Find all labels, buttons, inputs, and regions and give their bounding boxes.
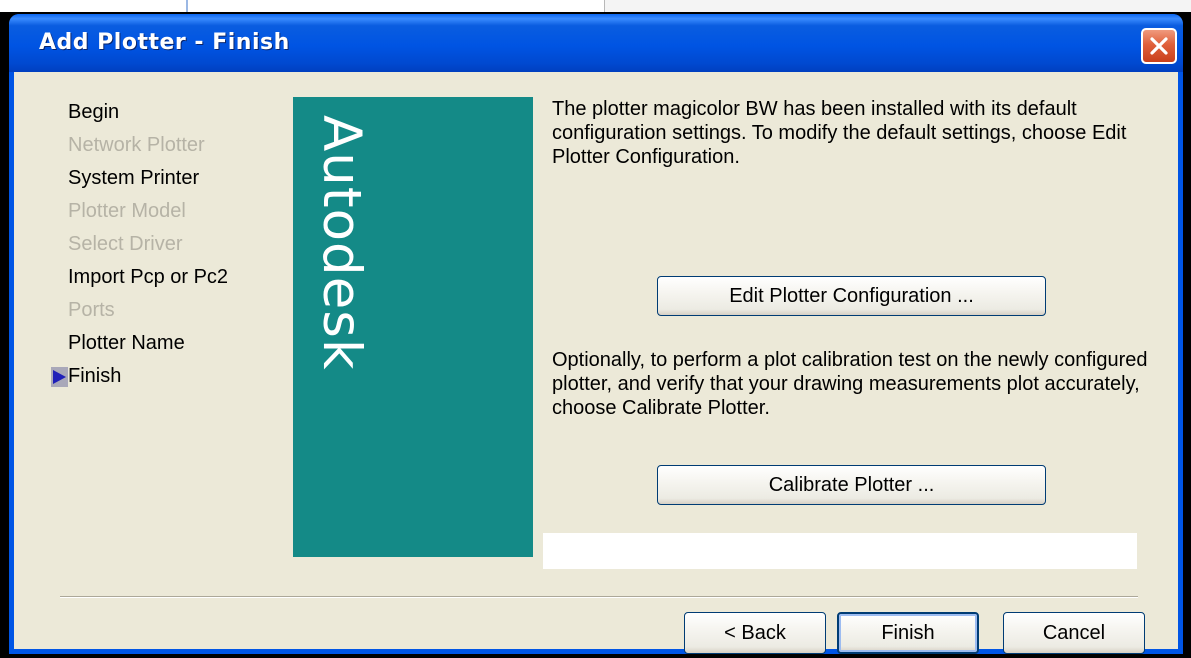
current-step-marker [51, 367, 68, 387]
wizard-step-select-driver: Select Driver [68, 230, 228, 263]
autodesk-logo: Autodesk [311, 115, 372, 371]
cancel-button[interactable]: Cancel [1003, 612, 1145, 654]
calibrate-plotter-button[interactable]: Calibrate Plotter ... [657, 465, 1046, 505]
wizard-step-plotter-name: Plotter Name [68, 329, 228, 362]
step-label: Import Pcp or Pc2 [68, 266, 229, 288]
edit-plotter-configuration-button[interactable]: Edit Plotter Configuration ... [657, 276, 1046, 316]
step-label: Plotter Model [68, 200, 186, 222]
wizard-steps-list: Begin Network Plotter System Printer Plo… [51, 98, 228, 395]
close-x-icon [1150, 37, 1168, 55]
background-taskbar-strip [0, 0, 1191, 12]
dialog-client-area: Begin Network Plotter System Printer Plo… [14, 72, 1178, 654]
arrow-right-icon [53, 370, 66, 384]
wizard-step-finish: Finish [51, 362, 228, 395]
finish-button[interactable]: Finish [837, 612, 979, 654]
wizard-step-system-printer: System Printer [68, 164, 228, 197]
title-bar[interactable]: Add Plotter - Finish [9, 14, 1183, 72]
wizard-step-network-plotter: Network Plotter [68, 131, 228, 164]
step-label: Finish [68, 365, 122, 387]
step-label: Network Plotter [68, 134, 205, 156]
blank-panel [543, 533, 1137, 569]
step-label: System Printer [68, 167, 200, 189]
wizard-step-ports: Ports [68, 296, 228, 329]
autodesk-banner: Autodesk [293, 97, 533, 557]
close-button[interactable] [1141, 28, 1177, 64]
background-segment [0, 0, 188, 12]
wizard-step-plotter-model: Plotter Model [68, 197, 228, 230]
wizard-step-begin: Begin [68, 98, 228, 131]
step-label: Plotter Name [68, 332, 185, 354]
intro-text: The plotter magicolor BW has been instal… [552, 98, 1127, 168]
back-button[interactable]: < Back [684, 612, 826, 654]
footer-divider-highlight [60, 597, 1138, 598]
add-plotter-dialog: Add Plotter - Finish Begin Network Plott… [9, 14, 1183, 654]
window-title: Add Plotter - Finish [39, 30, 290, 55]
wizard-step-import-pcp: Import Pcp or Pc2 [68, 263, 228, 296]
step-label: Begin [68, 101, 120, 123]
background-segment [188, 0, 605, 12]
step-label: Select Driver [68, 233, 183, 255]
calibrate-text: Optionally, to perform a plot calibratio… [552, 349, 1148, 419]
step-label: Ports [68, 299, 115, 321]
